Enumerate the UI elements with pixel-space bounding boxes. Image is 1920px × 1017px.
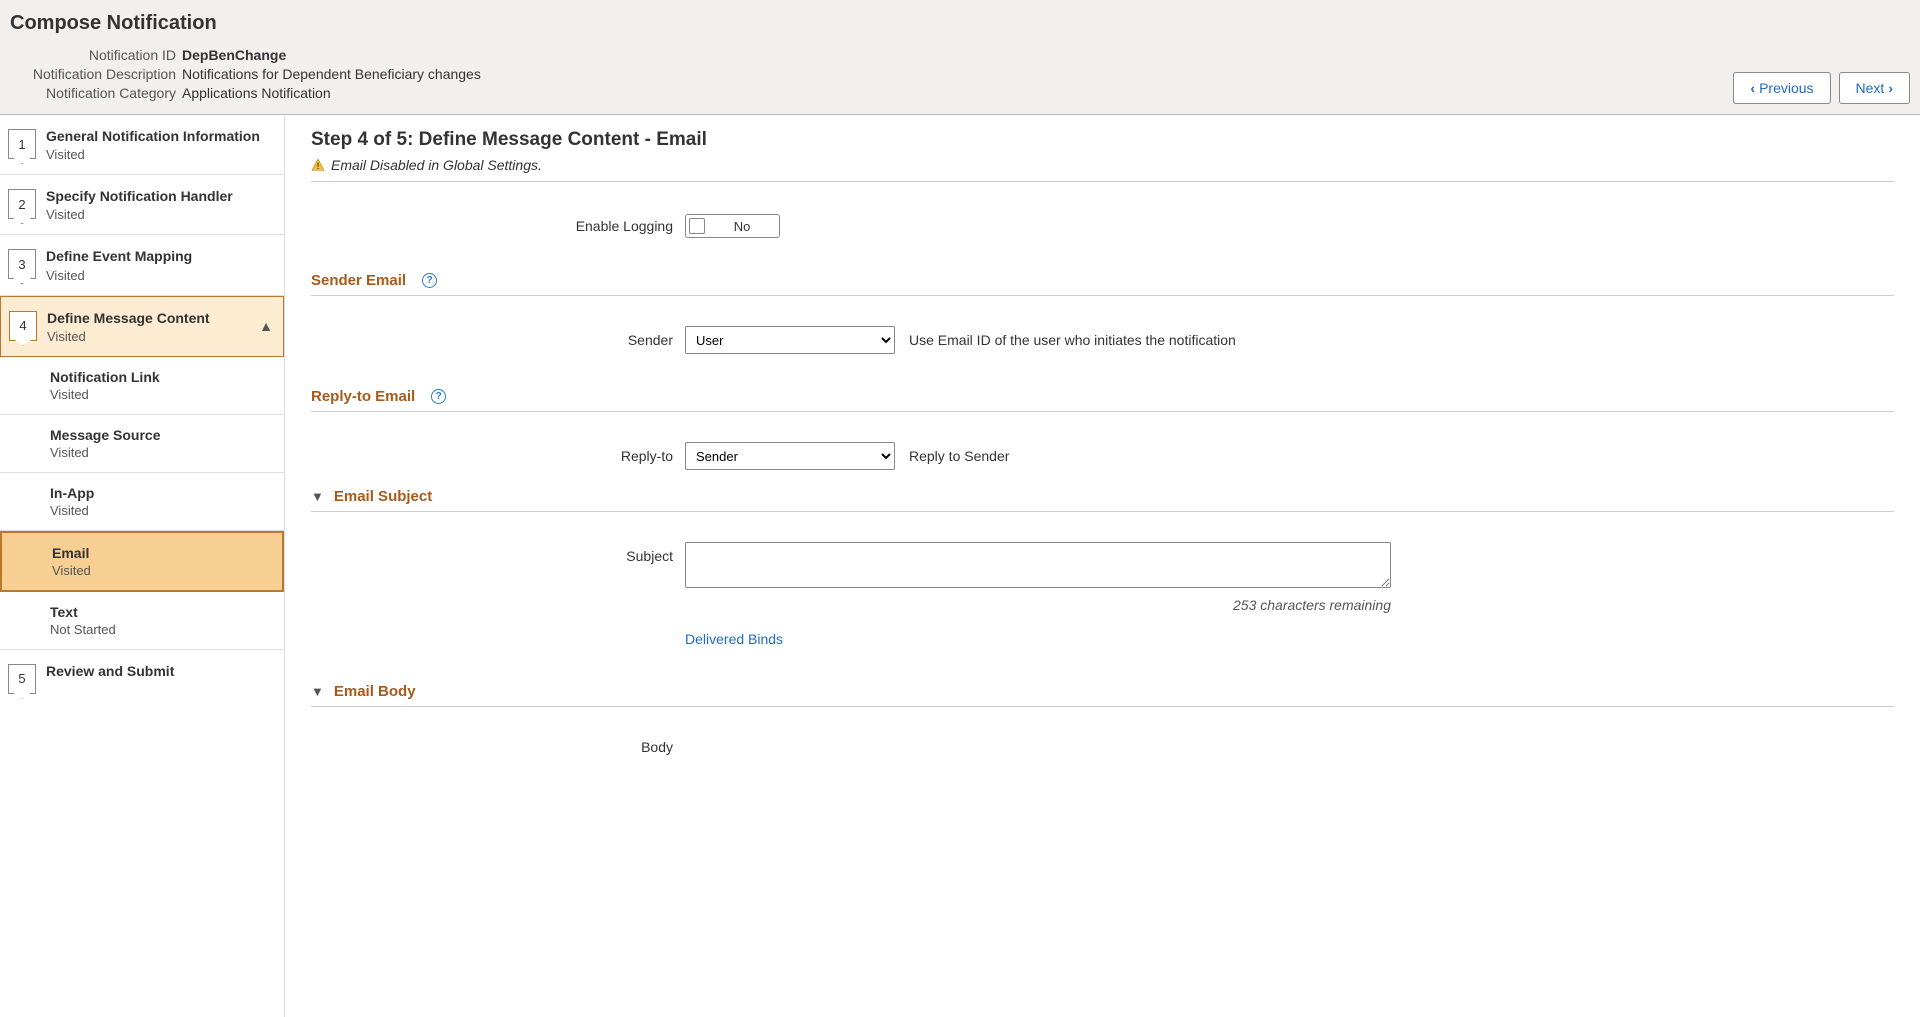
subject-section-label: Email Subject — [334, 488, 432, 505]
substep-tx-status: Not Started — [50, 622, 274, 637]
main-content[interactable]: Step 4 of 5: Define Message Content - Em… — [285, 115, 1920, 1017]
chevron-down-icon: ▼ — [311, 489, 324, 504]
sender-select[interactable]: User — [685, 326, 895, 354]
substep-email[interactable]: Email Visited — [0, 531, 284, 592]
step-1-status: Visited — [46, 147, 274, 162]
substep-text[interactable]: Text Not Started — [0, 592, 284, 650]
previous-button[interactable]: ‹ Previous — [1733, 72, 1830, 104]
warning-icon — [311, 158, 325, 172]
step-5[interactable]: 5 Review and Submit — [0, 650, 284, 706]
replyto-hint: Reply to Sender — [909, 448, 1009, 464]
subject-input[interactable] — [685, 542, 1391, 588]
meta-id-label: Notification ID — [10, 47, 182, 63]
substep-em-status: Visited — [52, 563, 272, 578]
replyto-section-label: Reply-to Email — [311, 388, 415, 405]
warning-row: Email Disabled in Global Settings. — [311, 157, 1894, 182]
meta-desc-value: Notifications for Dependent Beneficiary … — [182, 66, 481, 82]
substep-em-title: Email — [52, 545, 272, 561]
step-badge-5: 5 — [8, 664, 36, 694]
step-3-title: Define Event Mapping — [46, 247, 274, 265]
substep-ia-title: In-App — [50, 485, 274, 501]
warning-text: Email Disabled in Global Settings. — [331, 157, 542, 173]
substep-nl-title: Notification Link — [50, 369, 274, 385]
substep-in-app[interactable]: In-App Visited — [0, 473, 284, 531]
next-label: Next — [1856, 80, 1885, 96]
page-header: Compose Notification Notification ID Dep… — [0, 0, 1920, 115]
step-1-title: General Notification Information — [46, 127, 274, 145]
wizard-sidebar[interactable]: 1 General Notification Information Visit… — [0, 115, 285, 1017]
chevron-left-icon: ‹ — [1750, 80, 1755, 96]
step-badge-3: 3 — [8, 249, 36, 279]
substep-ia-status: Visited — [50, 503, 274, 518]
step-2-title: Specify Notification Handler — [46, 187, 274, 205]
previous-label: Previous — [1759, 80, 1813, 96]
body-label: Body — [311, 737, 685, 755]
enable-logging-toggle[interactable]: No — [685, 214, 780, 238]
replyto-label: Reply-to — [311, 448, 685, 464]
substep-ms-status: Visited — [50, 445, 274, 460]
step-3-status: Visited — [46, 268, 274, 283]
step-4-title: Define Message Content — [47, 309, 259, 327]
sender-label: Sender — [311, 332, 685, 348]
next-button[interactable]: Next › — [1839, 72, 1910, 104]
chevron-down-icon: ▼ — [311, 684, 324, 699]
enable-logging-label: Enable Logging — [311, 218, 685, 234]
sender-section-label: Sender Email — [311, 272, 406, 289]
step-1[interactable]: 1 General Notification Information Visit… — [0, 115, 284, 175]
sender-hint: Use Email ID of the user who initiates t… — [909, 332, 1236, 348]
step-4[interactable]: 4 Define Message Content Visited ▲ — [0, 296, 284, 357]
help-icon[interactable]: ? — [422, 273, 437, 288]
chars-remaining: 253 characters remaining — [685, 597, 1391, 613]
substep-nl-status: Visited — [50, 387, 274, 402]
step-4-status: Visited — [47, 329, 259, 344]
step-badge-4: 4 — [9, 311, 37, 341]
substep-notification-link[interactable]: Notification Link Visited — [0, 357, 284, 415]
sender-email-section: Sender Email ? — [311, 272, 1894, 296]
replyto-email-section: Reply-to Email ? — [311, 388, 1894, 412]
email-subject-section[interactable]: ▼ Email Subject — [311, 488, 1894, 512]
meta-cat-value: Applications Notification — [182, 85, 331, 101]
body-section-label: Email Body — [334, 683, 416, 700]
chevron-up-icon: ▲ — [259, 318, 273, 334]
step-badge-1: 1 — [8, 129, 36, 159]
step-5-title: Review and Submit — [46, 662, 274, 680]
chevron-right-icon: › — [1888, 80, 1893, 96]
page-title: Compose Notification — [10, 12, 1910, 35]
step-3[interactable]: 3 Define Event Mapping Visited — [0, 235, 284, 295]
meta-id-value: DepBenChange — [182, 47, 286, 63]
subject-label: Subject — [311, 542, 685, 564]
step-2-status: Visited — [46, 207, 274, 222]
step-badge-2: 2 — [8, 189, 36, 219]
meta-info: Notification ID DepBenChange Notificatio… — [10, 47, 1910, 101]
replyto-select[interactable]: Sender — [685, 442, 895, 470]
email-body-section[interactable]: ▼ Email Body — [311, 683, 1894, 707]
meta-cat-label: Notification Category — [10, 85, 182, 101]
step-heading: Step 4 of 5: Define Message Content - Em… — [311, 129, 1894, 151]
meta-desc-label: Notification Description — [10, 66, 182, 82]
step-2[interactable]: 2 Specify Notification Handler Visited — [0, 175, 284, 235]
toggle-knob — [689, 218, 705, 234]
help-icon[interactable]: ? — [431, 389, 446, 404]
substep-message-source[interactable]: Message Source Visited — [0, 415, 284, 473]
substep-ms-title: Message Source — [50, 427, 274, 443]
enable-logging-value: No — [705, 219, 779, 234]
substep-tx-title: Text — [50, 604, 274, 620]
delivered-binds-link[interactable]: Delivered Binds — [685, 631, 783, 647]
